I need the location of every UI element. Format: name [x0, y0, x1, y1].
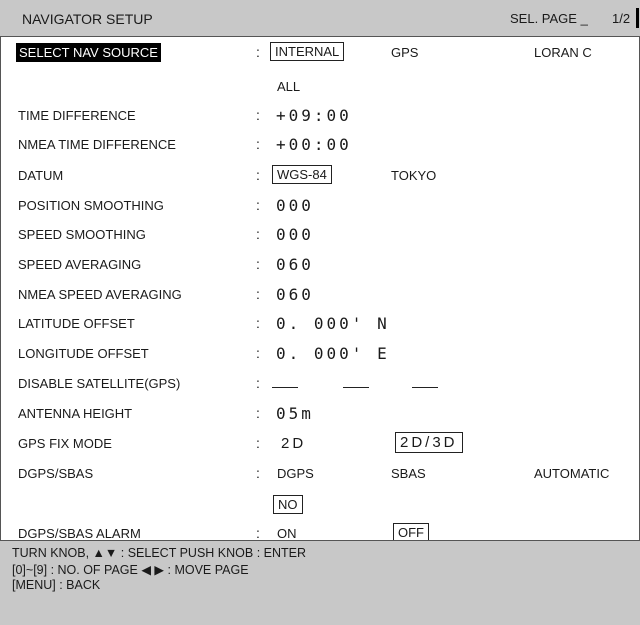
value-speed-smoothing[interactable]: 000 — [276, 225, 314, 244]
row-antenna-height[interactable]: ANTENNA HEIGHT : 05m — [0, 399, 640, 428]
row-label: DGPS/SBAS — [18, 466, 94, 481]
row-nmea-time-difference[interactable]: NMEA TIME DIFFERENCE : +00:00 — [0, 130, 640, 159]
row-label: NMEA SPEED AVERAGING — [18, 287, 182, 302]
value-nmea-speed-averaging[interactable]: 060 — [276, 285, 314, 304]
colon: : — [256, 315, 260, 331]
row-dgps-sbas[interactable]: DGPS/SBAS : DGPS SBAS AUTOMATIC — [0, 459, 640, 488]
row-label: ANTENNA HEIGHT — [18, 406, 133, 421]
cursor-bar — [636, 8, 639, 28]
row-label: DATUM — [18, 168, 64, 183]
row-disable-satellite[interactable]: DISABLE SATELLITE(GPS) : — [0, 369, 640, 398]
row-dgps-sbas-2: NO — [0, 491, 640, 520]
option-automatic[interactable]: AUTOMATIC — [534, 466, 609, 481]
row-label: LATITUDE OFFSET — [18, 316, 135, 331]
colon: : — [256, 435, 260, 451]
value-latitude-offset[interactable]: 0. 000' N — [276, 314, 390, 333]
row-label: POSITION SMOOTHING — [18, 198, 164, 213]
colon: : — [256, 136, 260, 152]
satellite-slot-2[interactable] — [343, 387, 369, 388]
row-label: LONGITUDE OFFSET — [18, 346, 149, 361]
header-bar: NAVIGATOR SETUP SEL. PAGE _ 1/2 — [0, 0, 640, 37]
row-select-nav-source-2: ALL — [0, 72, 640, 101]
colon: : — [256, 226, 260, 242]
option-dgps[interactable]: DGPS — [277, 466, 314, 481]
row-position-smoothing[interactable]: POSITION SMOOTHING : 000 — [0, 191, 640, 220]
colon: : — [256, 256, 260, 272]
colon: : — [256, 197, 260, 213]
page-title: NAVIGATOR SETUP — [22, 11, 153, 27]
row-nmea-speed-averaging[interactable]: NMEA SPEED AVERAGING : 060 — [0, 280, 640, 309]
colon: : — [256, 345, 260, 361]
row-select-nav-source[interactable]: SELECT NAV SOURCE : INTERNAL GPS LORAN C — [0, 38, 640, 67]
help-line-select: TURN KNOB, ▲▼ : SELECT PUSH KNOB : ENTER — [12, 546, 307, 560]
footer-help: TURN KNOB, ▲▼ : SELECT PUSH KNOB : ENTER… — [0, 540, 640, 625]
option-tokyo[interactable]: TOKYO — [391, 168, 436, 183]
colon: : — [256, 44, 260, 60]
satellite-slot-1[interactable] — [272, 387, 298, 388]
value-position-smoothing[interactable]: 000 — [276, 196, 314, 215]
row-label: GPS FIX MODE — [18, 436, 112, 451]
option-internal[interactable]: INTERNAL — [270, 42, 345, 61]
row-latitude-offset[interactable]: LATITUDE OFFSET : 0. 000' N — [0, 309, 640, 338]
row-label[interactable]: SELECT NAV SOURCE — [16, 43, 161, 62]
value-nmea-time-difference[interactable]: +00:00 — [276, 135, 352, 154]
value-longitude-offset[interactable]: 0. 000' E — [276, 344, 390, 363]
value-time-difference[interactable]: +09:00 — [276, 106, 352, 125]
row-gps-fix-mode[interactable]: GPS FIX MODE : 2D 2D/3D — [0, 429, 640, 458]
option-2d-3d[interactable]: 2D/3D — [395, 432, 463, 453]
value-speed-averaging[interactable]: 060 — [276, 255, 314, 274]
row-label: SPEED SMOOTHING — [18, 227, 146, 242]
option-wgs84[interactable]: WGS-84 — [272, 165, 332, 184]
help-line-page: [0]~[9] : NO. OF PAGE ◀ ▶ : MOVE PAGE — [12, 563, 249, 577]
row-label: NMEA TIME DIFFERENCE — [18, 137, 176, 152]
row-time-difference[interactable]: TIME DIFFERENCE : +09:00 — [0, 101, 640, 130]
help-line-back: [MENU] : BACK — [12, 578, 101, 592]
option-sbas[interactable]: SBAS — [391, 466, 426, 481]
colon: : — [256, 167, 260, 183]
satellite-slot-3[interactable] — [412, 387, 438, 388]
colon: : — [256, 375, 260, 391]
row-label: DISABLE SATELLITE(GPS) — [18, 376, 181, 391]
row-label: SPEED AVERAGING — [18, 257, 142, 272]
option-no[interactable]: NO — [273, 495, 303, 514]
option-2d[interactable]: 2D — [281, 435, 306, 452]
colon: : — [256, 525, 260, 541]
page-select-label[interactable]: SEL. PAGE _ — [510, 11, 588, 26]
row-datum[interactable]: DATUM : WGS-84 TOKYO — [0, 161, 640, 190]
page-number: 1/2 — [612, 11, 631, 26]
option-on[interactable]: ON — [277, 526, 297, 541]
colon: : — [256, 405, 260, 421]
row-label: DGPS/SBAS ALARM — [18, 526, 141, 541]
colon: : — [256, 465, 260, 481]
row-longitude-offset[interactable]: LONGITUDE OFFSET : 0. 000' E — [0, 339, 640, 368]
option-gps[interactable]: GPS — [391, 45, 418, 60]
row-speed-smoothing[interactable]: SPEED SMOOTHING : 000 — [0, 220, 640, 249]
row-label: TIME DIFFERENCE — [18, 108, 136, 123]
colon: : — [256, 107, 260, 123]
option-loran-c[interactable]: LORAN C — [534, 45, 592, 60]
option-all[interactable]: ALL — [277, 79, 300, 94]
value-antenna-height[interactable]: 05m — [276, 404, 314, 423]
colon: : — [256, 286, 260, 302]
row-speed-averaging[interactable]: SPEED AVERAGING : 060 — [0, 250, 640, 279]
